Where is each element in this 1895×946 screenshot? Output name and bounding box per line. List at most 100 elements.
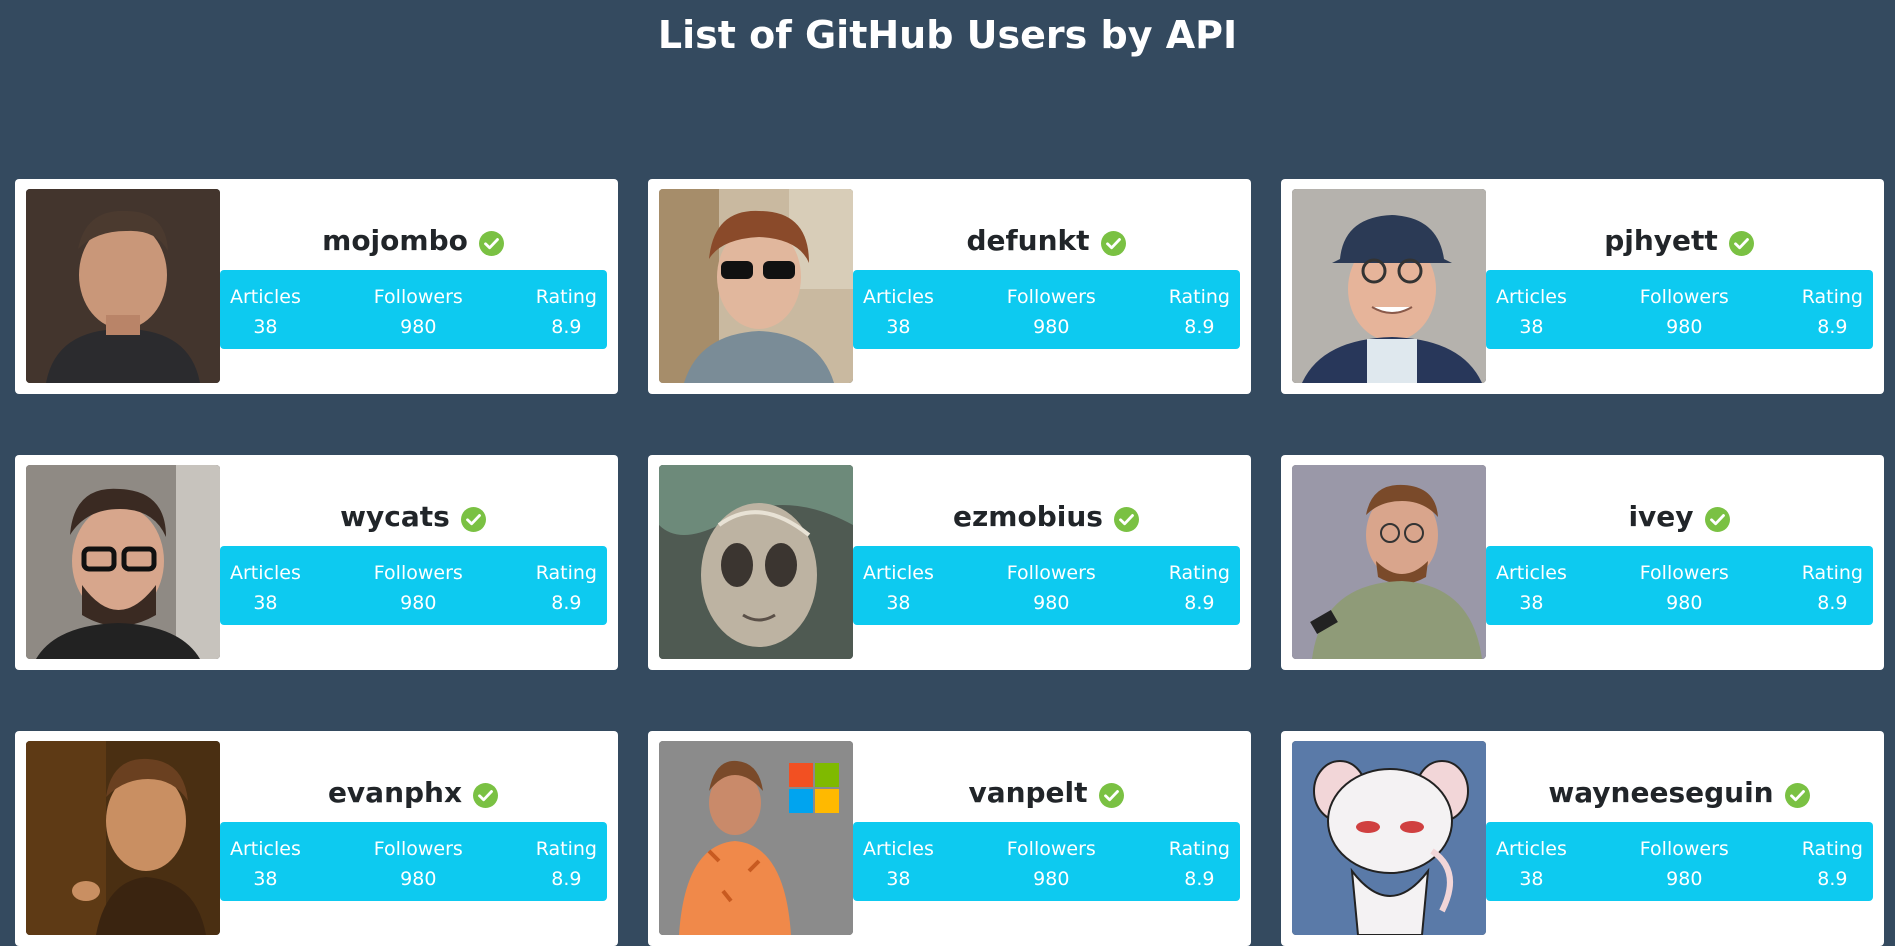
verified-badge-icon <box>478 230 505 257</box>
user-avatar[interactable] <box>659 741 853 935</box>
stat-followers: Followers 980 <box>1640 270 1729 349</box>
stat-label: Rating <box>1168 286 1230 308</box>
stat-value: 8.9 <box>551 592 582 614</box>
stat-value: 8.9 <box>1817 316 1848 338</box>
username[interactable]: defunkt <box>966 223 1089 259</box>
user-card-grid: mojombo Articles 38 Followers 980 Rating… <box>15 179 1885 946</box>
stat-label: Rating <box>1801 562 1863 584</box>
user-avatar[interactable] <box>26 465 220 659</box>
stat-value: 8.9 <box>1184 592 1215 614</box>
username[interactable]: vanpelt <box>968 775 1087 811</box>
user-card-body: vanpelt Articles 38 Followers 980 Rating… <box>853 731 1240 946</box>
stat-articles: Articles 38 <box>230 270 301 349</box>
username[interactable]: ezmobius <box>953 499 1103 535</box>
stat-label: Articles <box>230 286 301 308</box>
stat-label: Articles <box>1496 562 1567 584</box>
stat-label: Followers <box>373 562 463 584</box>
stat-value: 38 <box>1519 868 1544 890</box>
user-card: wayneeseguin Articles 38 Followers 980 R… <box>1281 731 1884 946</box>
username[interactable]: evanphx <box>328 775 462 811</box>
username[interactable]: ivey <box>1628 499 1693 535</box>
stat-label: Articles <box>230 838 301 860</box>
stat-value: 980 <box>400 868 437 890</box>
stat-value: 980 <box>1666 316 1703 338</box>
user-stats-bar: Articles 38 Followers 980 Rating 8.9 <box>220 822 607 901</box>
stat-value: 8.9 <box>1817 868 1848 890</box>
stat-label: Articles <box>1496 286 1567 308</box>
stat-articles: Articles 38 <box>230 822 301 901</box>
stat-label: Rating <box>1801 286 1863 308</box>
user-avatar[interactable] <box>26 741 220 935</box>
user-stats-bar: Articles 38 Followers 980 Rating 8.9 <box>1486 270 1873 349</box>
verified-badge-icon <box>472 782 499 809</box>
user-avatar[interactable] <box>26 189 220 383</box>
user-card-body: ezmobius Articles 38 Followers 980 Ratin… <box>853 455 1240 670</box>
stat-value: 980 <box>1033 316 1070 338</box>
user-avatar[interactable] <box>1292 465 1486 659</box>
verified-badge-icon <box>1704 506 1731 533</box>
username-row: ezmobius <box>853 499 1240 535</box>
stat-articles: Articles 38 <box>863 270 934 349</box>
user-card-body: pjhyett Articles 38 Followers 980 Rating… <box>1486 179 1873 394</box>
stat-followers: Followers 980 <box>1640 822 1729 901</box>
stat-articles: Articles 38 <box>230 546 301 625</box>
stat-label: Followers <box>373 286 463 308</box>
stat-value: 38 <box>253 592 278 614</box>
stat-followers: Followers 980 <box>1007 822 1096 901</box>
stat-label: Followers <box>1639 286 1729 308</box>
user-avatar[interactable] <box>1292 189 1486 383</box>
user-card: mojombo Articles 38 Followers 980 Rating… <box>15 179 618 394</box>
stat-label: Rating <box>535 838 597 860</box>
username[interactable]: pjhyett <box>1604 223 1718 259</box>
user-card-body: ivey Articles 38 Followers 980 Rating 8.… <box>1486 455 1873 670</box>
user-avatar[interactable] <box>659 465 853 659</box>
verified-badge-icon <box>1100 230 1127 257</box>
stat-label: Articles <box>863 562 934 584</box>
stat-label: Followers <box>1639 562 1729 584</box>
username-row: vanpelt <box>853 775 1240 811</box>
stat-label: Followers <box>1639 838 1729 860</box>
stat-value: 38 <box>886 868 911 890</box>
stat-value: 38 <box>886 316 911 338</box>
stat-value: 38 <box>253 868 278 890</box>
user-card: evanphx Articles 38 Followers 980 Rating… <box>15 731 618 946</box>
stat-articles: Articles 38 <box>1496 822 1567 901</box>
user-card: ivey Articles 38 Followers 980 Rating 8.… <box>1281 455 1884 670</box>
user-avatar[interactable] <box>1292 741 1486 935</box>
stat-followers: Followers 980 <box>374 270 463 349</box>
user-stats-bar: Articles 38 Followers 980 Rating 8.9 <box>1486 822 1873 901</box>
stat-value: 980 <box>400 316 437 338</box>
user-card: wycats Articles 38 Followers 980 Rating … <box>15 455 618 670</box>
username[interactable]: wayneeseguin <box>1548 775 1773 811</box>
stat-label: Rating <box>535 286 597 308</box>
user-card-body: wycats Articles 38 Followers 980 Rating … <box>220 455 607 670</box>
user-card: defunkt Articles 38 Followers 980 Rating… <box>648 179 1251 394</box>
stat-followers: Followers 980 <box>1640 546 1729 625</box>
username-row: pjhyett <box>1486 223 1873 259</box>
stat-value: 8.9 <box>1184 868 1215 890</box>
stat-label: Rating <box>1801 838 1863 860</box>
stat-rating: Rating 8.9 <box>1169 270 1230 349</box>
user-stats-bar: Articles 38 Followers 980 Rating 8.9 <box>853 822 1240 901</box>
stat-value: 8.9 <box>551 316 582 338</box>
username-row: ivey <box>1486 499 1873 535</box>
stat-articles: Articles 38 <box>863 546 934 625</box>
stat-value: 980 <box>1666 592 1703 614</box>
stat-value: 38 <box>253 316 278 338</box>
stat-label: Articles <box>1496 838 1567 860</box>
verified-badge-icon <box>1098 782 1125 809</box>
stat-value: 38 <box>886 592 911 614</box>
username-row: mojombo <box>220 223 607 259</box>
user-stats-bar: Articles 38 Followers 980 Rating 8.9 <box>220 270 607 349</box>
stat-value: 8.9 <box>1817 592 1848 614</box>
verified-badge-icon <box>460 506 487 533</box>
stat-label: Followers <box>373 838 463 860</box>
stat-rating: Rating 8.9 <box>1169 546 1230 625</box>
user-avatar[interactable] <box>659 189 853 383</box>
username[interactable]: mojombo <box>322 223 468 259</box>
stat-label: Rating <box>1168 838 1230 860</box>
username[interactable]: wycats <box>340 499 450 535</box>
stat-value: 980 <box>400 592 437 614</box>
username-row: wayneeseguin <box>1486 775 1873 811</box>
user-stats-bar: Articles 38 Followers 980 Rating 8.9 <box>853 546 1240 625</box>
